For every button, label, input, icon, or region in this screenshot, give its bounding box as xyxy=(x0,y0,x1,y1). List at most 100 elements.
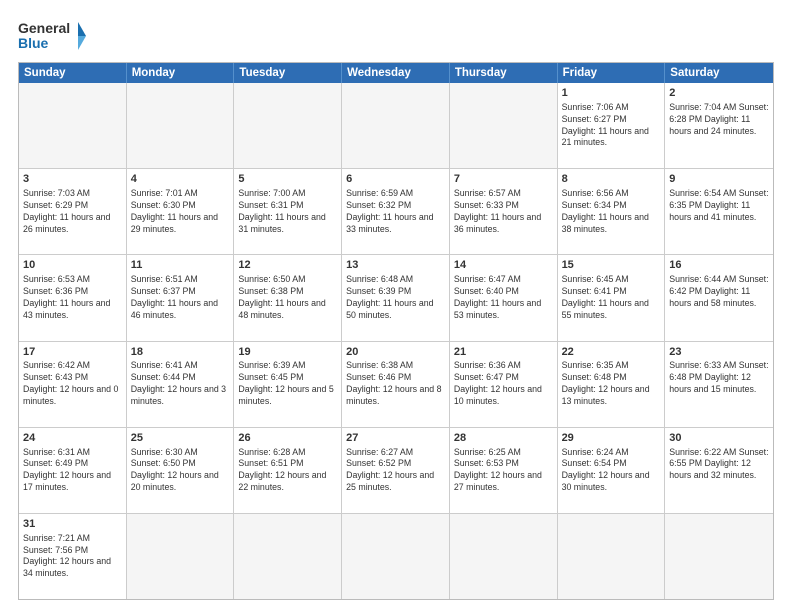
day-info: Sunrise: 6:39 AM Sunset: 6:45 PM Dayligh… xyxy=(238,360,337,408)
calendar-cell: 8Sunrise: 6:56 AM Sunset: 6:34 PM Daylig… xyxy=(558,169,666,254)
calendar-cell: 10Sunrise: 6:53 AM Sunset: 6:36 PM Dayli… xyxy=(19,255,127,340)
day-number: 2 xyxy=(669,86,769,101)
calendar-cell: 5Sunrise: 7:00 AM Sunset: 6:31 PM Daylig… xyxy=(234,169,342,254)
day-number: 13 xyxy=(346,258,445,273)
calendar-week-1: 1Sunrise: 7:06 AM Sunset: 6:27 PM Daylig… xyxy=(19,83,773,168)
calendar-body: 1Sunrise: 7:06 AM Sunset: 6:27 PM Daylig… xyxy=(19,83,773,599)
day-number: 18 xyxy=(131,345,230,360)
calendar-cell: 14Sunrise: 6:47 AM Sunset: 6:40 PM Dayli… xyxy=(450,255,558,340)
day-number: 16 xyxy=(669,258,769,273)
day-number: 8 xyxy=(562,172,661,187)
day-number: 10 xyxy=(23,258,122,273)
day-number: 21 xyxy=(454,345,553,360)
day-number: 31 xyxy=(23,517,122,532)
day-number: 12 xyxy=(238,258,337,273)
day-info: Sunrise: 6:47 AM Sunset: 6:40 PM Dayligh… xyxy=(454,274,553,322)
col-header-wednesday: Wednesday xyxy=(342,63,450,83)
day-info: Sunrise: 6:35 AM Sunset: 6:48 PM Dayligh… xyxy=(562,360,661,408)
calendar-cell: 1Sunrise: 7:06 AM Sunset: 6:27 PM Daylig… xyxy=(558,83,666,168)
calendar-cell: 25Sunrise: 6:30 AM Sunset: 6:50 PM Dayli… xyxy=(127,428,235,513)
day-number: 3 xyxy=(23,172,122,187)
calendar-cell: 27Sunrise: 6:27 AM Sunset: 6:52 PM Dayli… xyxy=(342,428,450,513)
calendar-week-6: 31Sunrise: 7:21 AM Sunset: 7:56 PM Dayli… xyxy=(19,513,773,599)
calendar-cell: 19Sunrise: 6:39 AM Sunset: 6:45 PM Dayli… xyxy=(234,342,342,427)
day-number: 30 xyxy=(669,431,769,446)
calendar-cell: 18Sunrise: 6:41 AM Sunset: 6:44 PM Dayli… xyxy=(127,342,235,427)
calendar-cell xyxy=(665,514,773,599)
day-info: Sunrise: 6:42 AM Sunset: 6:43 PM Dayligh… xyxy=(23,360,122,408)
calendar-cell xyxy=(450,83,558,168)
calendar-cell: 31Sunrise: 7:21 AM Sunset: 7:56 PM Dayli… xyxy=(19,514,127,599)
day-info: Sunrise: 7:06 AM Sunset: 6:27 PM Dayligh… xyxy=(562,102,661,150)
day-number: 7 xyxy=(454,172,553,187)
svg-text:General: General xyxy=(18,20,70,36)
day-number: 23 xyxy=(669,345,769,360)
calendar-cell: 4Sunrise: 7:01 AM Sunset: 6:30 PM Daylig… xyxy=(127,169,235,254)
day-info: Sunrise: 6:30 AM Sunset: 6:50 PM Dayligh… xyxy=(131,447,230,495)
generalblue-logo-icon: General Blue xyxy=(18,18,88,54)
calendar-cell: 30Sunrise: 6:22 AM Sunset: 6:55 PM Dayli… xyxy=(665,428,773,513)
day-info: Sunrise: 6:56 AM Sunset: 6:34 PM Dayligh… xyxy=(562,188,661,236)
col-header-friday: Friday xyxy=(558,63,666,83)
day-info: Sunrise: 6:57 AM Sunset: 6:33 PM Dayligh… xyxy=(454,188,553,236)
day-info: Sunrise: 6:33 AM Sunset: 6:48 PM Dayligh… xyxy=(669,360,769,396)
day-info: Sunrise: 7:21 AM Sunset: 7:56 PM Dayligh… xyxy=(23,533,122,581)
day-number: 11 xyxy=(131,258,230,273)
day-info: Sunrise: 6:38 AM Sunset: 6:46 PM Dayligh… xyxy=(346,360,445,408)
calendar-cell: 11Sunrise: 6:51 AM Sunset: 6:37 PM Dayli… xyxy=(127,255,235,340)
day-number: 17 xyxy=(23,345,122,360)
calendar-header-row: SundayMondayTuesdayWednesdayThursdayFrid… xyxy=(19,63,773,83)
day-number: 4 xyxy=(131,172,230,187)
day-info: Sunrise: 7:01 AM Sunset: 6:30 PM Dayligh… xyxy=(131,188,230,236)
calendar-cell: 2Sunrise: 7:04 AM Sunset: 6:28 PM Daylig… xyxy=(665,83,773,168)
day-info: Sunrise: 6:50 AM Sunset: 6:38 PM Dayligh… xyxy=(238,274,337,322)
logo: General Blue xyxy=(18,18,88,54)
day-number: 28 xyxy=(454,431,553,446)
calendar-cell xyxy=(450,514,558,599)
calendar-cell: 6Sunrise: 6:59 AM Sunset: 6:32 PM Daylig… xyxy=(342,169,450,254)
calendar-cell: 20Sunrise: 6:38 AM Sunset: 6:46 PM Dayli… xyxy=(342,342,450,427)
col-header-tuesday: Tuesday xyxy=(234,63,342,83)
calendar-cell xyxy=(127,83,235,168)
calendar-cell: 28Sunrise: 6:25 AM Sunset: 6:53 PM Dayli… xyxy=(450,428,558,513)
day-info: Sunrise: 6:28 AM Sunset: 6:51 PM Dayligh… xyxy=(238,447,337,495)
day-info: Sunrise: 6:44 AM Sunset: 6:42 PM Dayligh… xyxy=(669,274,769,310)
col-header-sunday: Sunday xyxy=(19,63,127,83)
calendar-cell: 26Sunrise: 6:28 AM Sunset: 6:51 PM Dayli… xyxy=(234,428,342,513)
header: General Blue xyxy=(18,18,774,54)
col-header-monday: Monday xyxy=(127,63,235,83)
day-info: Sunrise: 7:03 AM Sunset: 6:29 PM Dayligh… xyxy=(23,188,122,236)
day-info: Sunrise: 7:00 AM Sunset: 6:31 PM Dayligh… xyxy=(238,188,337,236)
day-info: Sunrise: 6:41 AM Sunset: 6:44 PM Dayligh… xyxy=(131,360,230,408)
svg-text:Blue: Blue xyxy=(18,35,49,51)
calendar-cell: 15Sunrise: 6:45 AM Sunset: 6:41 PM Dayli… xyxy=(558,255,666,340)
calendar-cell xyxy=(342,83,450,168)
day-info: Sunrise: 6:53 AM Sunset: 6:36 PM Dayligh… xyxy=(23,274,122,322)
calendar-cell: 29Sunrise: 6:24 AM Sunset: 6:54 PM Dayli… xyxy=(558,428,666,513)
day-number: 6 xyxy=(346,172,445,187)
day-info: Sunrise: 6:24 AM Sunset: 6:54 PM Dayligh… xyxy=(562,447,661,495)
day-number: 26 xyxy=(238,431,337,446)
day-info: Sunrise: 6:27 AM Sunset: 6:52 PM Dayligh… xyxy=(346,447,445,495)
calendar-cell: 16Sunrise: 6:44 AM Sunset: 6:42 PM Dayli… xyxy=(665,255,773,340)
calendar-cell xyxy=(234,83,342,168)
calendar-cell: 12Sunrise: 6:50 AM Sunset: 6:38 PM Dayli… xyxy=(234,255,342,340)
page: General Blue SundayMondayTuesdayWednesda… xyxy=(0,0,792,612)
calendar: SundayMondayTuesdayWednesdayThursdayFrid… xyxy=(18,62,774,600)
calendar-cell: 24Sunrise: 6:31 AM Sunset: 6:49 PM Dayli… xyxy=(19,428,127,513)
day-number: 22 xyxy=(562,345,661,360)
day-info: Sunrise: 6:51 AM Sunset: 6:37 PM Dayligh… xyxy=(131,274,230,322)
day-number: 29 xyxy=(562,431,661,446)
calendar-cell: 22Sunrise: 6:35 AM Sunset: 6:48 PM Dayli… xyxy=(558,342,666,427)
day-number: 5 xyxy=(238,172,337,187)
day-info: Sunrise: 6:59 AM Sunset: 6:32 PM Dayligh… xyxy=(346,188,445,236)
calendar-cell: 17Sunrise: 6:42 AM Sunset: 6:43 PM Dayli… xyxy=(19,342,127,427)
calendar-cell: 23Sunrise: 6:33 AM Sunset: 6:48 PM Dayli… xyxy=(665,342,773,427)
calendar-week-5: 24Sunrise: 6:31 AM Sunset: 6:49 PM Dayli… xyxy=(19,427,773,513)
col-header-saturday: Saturday xyxy=(665,63,773,83)
calendar-cell xyxy=(342,514,450,599)
day-number: 14 xyxy=(454,258,553,273)
day-info: Sunrise: 6:31 AM Sunset: 6:49 PM Dayligh… xyxy=(23,447,122,495)
calendar-cell xyxy=(558,514,666,599)
calendar-week-3: 10Sunrise: 6:53 AM Sunset: 6:36 PM Dayli… xyxy=(19,254,773,340)
